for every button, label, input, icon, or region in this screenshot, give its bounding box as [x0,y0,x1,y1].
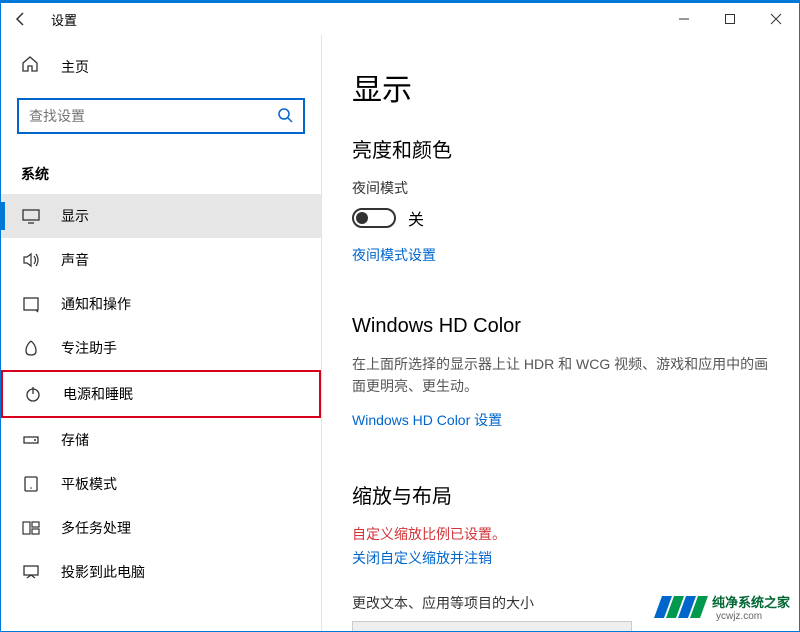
logout-custom-scale-link[interactable]: 关闭自定义缩放并注销 [352,548,769,568]
close-button[interactable] [753,3,799,35]
sidebar-item-label: 投影到此电脑 [61,562,145,582]
page-title: 显示 [352,65,769,109]
maximize-icon [724,13,736,25]
sidebar-item-label: 声音 [61,250,89,270]
sidebar-item-storage[interactable]: 存储 [1,418,321,462]
sidebar-item-projecting[interactable]: 投影到此电脑 [1,550,321,594]
project-icon [21,563,41,581]
minimize-button[interactable] [661,3,707,35]
storage-icon [21,431,41,449]
hdcolor-description: 在上面所选择的显示器上让 HDR 和 WCG 视频、游戏和应用中的画面更明亮、更… [352,353,769,398]
titlebar: 设置 [1,3,799,35]
custom-scale-warning: 自定义缩放比例已设置。 [352,524,769,544]
sidebar-item-focus-assist[interactable]: 专注助手 [1,326,321,370]
toggle-state-text: 关 [408,206,424,230]
sidebar-item-label: 通知和操作 [61,294,131,314]
night-mode-toggle[interactable] [352,208,396,228]
sidebar-item-power-sleep[interactable]: 电源和睡眠 [1,370,321,418]
sidebar: 主页 系统 显示 声音 通知和操作 [1,35,321,631]
watermark-brand: 纯净系统之家 [712,592,790,611]
search-input[interactable] [29,108,277,124]
night-mode-settings-link[interactable]: 夜间模式设置 [352,245,769,265]
close-icon [770,13,782,25]
search-box[interactable] [17,98,305,134]
maximize-button[interactable] [707,3,753,35]
focus-icon [21,339,41,357]
sidebar-item-label: 专注助手 [61,338,117,358]
arrow-left-icon [13,11,29,27]
night-mode-toggle-row: 关 [352,206,769,230]
brightness-heading: 亮度和颜色 [352,134,769,163]
sidebar-item-display[interactable]: 显示 [1,194,321,238]
minimize-icon [678,13,690,25]
window-title: 设置 [51,10,77,29]
window-body: 主页 系统 显示 声音 通知和操作 [1,35,799,631]
home-icon [21,55,41,78]
watermark-url: ycwjz.com [716,611,790,622]
home-label: 主页 [61,57,89,77]
search-icon [277,107,293,126]
back-button[interactable] [1,3,41,35]
watermark: 纯净系统之家 ycwjz.com [658,592,790,622]
settings-window: 设置 主页 系统 显示 [0,0,800,632]
display-icon [21,207,41,225]
scale-dropdown[interactable]: 125% [352,621,632,631]
hdcolor-settings-link[interactable]: Windows HD Color 设置 [352,410,769,430]
hdcolor-heading: Windows HD Color [352,315,769,338]
sidebar-item-label: 多任务处理 [61,518,131,538]
home-button[interactable]: 主页 [1,45,321,88]
sidebar-item-label: 电源和睡眠 [63,384,133,404]
sidebar-item-tablet-mode[interactable]: 平板模式 [1,462,321,506]
power-icon [23,385,43,403]
sidebar-item-label: 显示 [61,206,89,226]
sidebar-item-notifications[interactable]: 通知和操作 [1,282,321,326]
sidebar-section-header: 系统 [1,154,321,194]
tablet-icon [21,475,41,493]
content-panel: 显示 亮度和颜色 夜间模式 关 夜间模式设置 Windows HD Color … [321,35,799,631]
toggle-knob [356,212,368,224]
night-mode-label: 夜间模式 [352,178,769,198]
watermark-logo [658,596,706,618]
sidebar-item-label: 存储 [61,430,89,450]
window-controls [661,3,799,35]
notifications-icon [21,295,41,313]
sidebar-item-multitasking[interactable]: 多任务处理 [1,506,321,550]
multitasking-icon [21,519,41,537]
sound-icon [21,251,41,269]
sidebar-item-label: 平板模式 [61,474,117,494]
scale-heading: 缩放与布局 [352,480,769,509]
sidebar-item-sound[interactable]: 声音 [1,238,321,282]
